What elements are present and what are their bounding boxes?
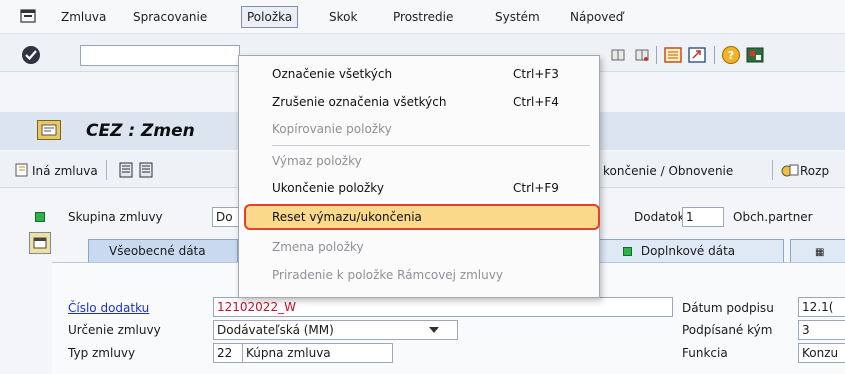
shortcut-icon[interactable]	[688, 47, 706, 63]
signed-by-field[interactable]: 3	[798, 320, 845, 340]
menu-napoved[interactable]: Nápoveď	[570, 10, 623, 24]
group-label: Skupina zmluvy	[68, 210, 163, 224]
tab-additional-label: Doplnkové dáta	[640, 244, 736, 258]
addendum-field[interactable]: 1	[682, 207, 724, 227]
type-code-field[interactable]: 22	[213, 343, 243, 363]
breakdown-button[interactable]: Rozp	[800, 164, 829, 178]
tab-more-icon: ▦	[815, 247, 825, 258]
menu-polozka[interactable]: Položka	[241, 6, 299, 28]
contract-type-value: Dodávateľská (MM)	[217, 323, 334, 337]
menu-item-select-all[interactable]: Označenie všetkých	[272, 67, 392, 81]
addendum-number-label[interactable]: Číslo dodatku	[68, 301, 149, 315]
menu-item-terminate-item-shortcut: Ctrl+F9	[513, 181, 559, 195]
document-list-2-icon[interactable]	[138, 162, 154, 178]
menu-item-assign-framework: Priradenie k položke Rámcovej zmluvy	[272, 268, 503, 282]
tab-additional[interactable]: Doplnkové dáta	[598, 239, 784, 263]
menu-system[interactable]: Systém	[495, 10, 540, 24]
status-green-icon	[623, 247, 632, 256]
toolbar-separator	[714, 46, 715, 64]
addendum-number-field[interactable]: 12102022_W	[213, 297, 673, 317]
transaction-menu-icon[interactable]	[37, 120, 61, 140]
menu-item-deselect-all-shortcut: Ctrl+F4	[513, 95, 559, 109]
sign-date-field[interactable]: 12.1(	[798, 297, 845, 317]
toolbar-separator	[772, 160, 773, 180]
create-session-icon[interactable]	[664, 47, 682, 63]
help-icon[interactable]: ?	[722, 46, 740, 64]
tab-general[interactable]: Všeobecné dáta	[88, 239, 238, 263]
termination-renewal-button[interactable]: končenie / Obnovenie	[603, 164, 733, 178]
menu-zmluva[interactable]: Zmluva	[61, 10, 106, 24]
menu-item-deselect-all[interactable]: Zrušenie označenia všetkých	[272, 95, 447, 109]
partner-label: Obch.partner	[733, 210, 813, 224]
signed-by-label: Podpísané kým	[682, 323, 773, 337]
customize-layout-icon[interactable]	[746, 47, 764, 63]
menu-item-copy-item: Kopírovanie položky	[272, 122, 392, 136]
contract-type-select[interactable]: Dodávateľská (MM)	[213, 320, 458, 340]
menu-spracovanie[interactable]: Spracovanie	[133, 10, 207, 24]
other-contract-icon[interactable]	[14, 162, 30, 178]
tab-general-label: Všeobecné dáta	[109, 244, 206, 258]
menu-item-delete-item: Výmaz položky	[272, 154, 362, 168]
polozka-dropdown-menu	[238, 55, 600, 298]
menu-toggle-icon[interactable]	[20, 9, 36, 23]
tab-list-icon[interactable]	[29, 232, 51, 254]
breakdown-icon[interactable]	[781, 162, 799, 178]
menu-item-select-all-shortcut: Ctrl+F3	[513, 67, 559, 81]
contract-type-label: Určenie zmluvy	[68, 323, 161, 337]
menu-item-reset-delete-termination[interactable]: Reset výmazu/ukončenia	[272, 210, 422, 224]
other-contract-button[interactable]: Iná zmluva	[32, 164, 98, 178]
chevron-down-icon[interactable]	[428, 325, 440, 335]
tab-more[interactable]: ▦	[790, 239, 845, 263]
type-description-field: Kúpna zmluva	[243, 343, 393, 363]
find-icon[interactable]	[610, 47, 626, 63]
type-label: Typ zmluvy	[68, 346, 136, 360]
menu-separator	[272, 145, 590, 146]
status-green-icon	[35, 212, 45, 222]
menu-item-terminate-item[interactable]: Ukončenie položky	[272, 181, 384, 195]
sign-date-label: Dátum podpisu	[682, 301, 774, 315]
toolbar-separator	[656, 46, 657, 64]
menu-skok[interactable]: Skok	[329, 10, 357, 24]
addendum-label: Dodatok	[634, 210, 685, 224]
function-field[interactable]: Konzu	[798, 343, 845, 363]
toolbar-separator	[106, 160, 107, 180]
command-field[interactable]	[80, 45, 240, 66]
find-next-icon[interactable]	[634, 47, 650, 63]
menu-prostredie[interactable]: Prostredie	[393, 10, 453, 24]
document-list-icon[interactable]	[118, 162, 134, 178]
function-label: Funkcia	[682, 346, 728, 360]
page-title: CEZ : Zmen	[86, 121, 195, 141]
menu-item-change-item: Zmena položky	[272, 240, 364, 254]
enter-check-icon[interactable]	[22, 46, 40, 64]
